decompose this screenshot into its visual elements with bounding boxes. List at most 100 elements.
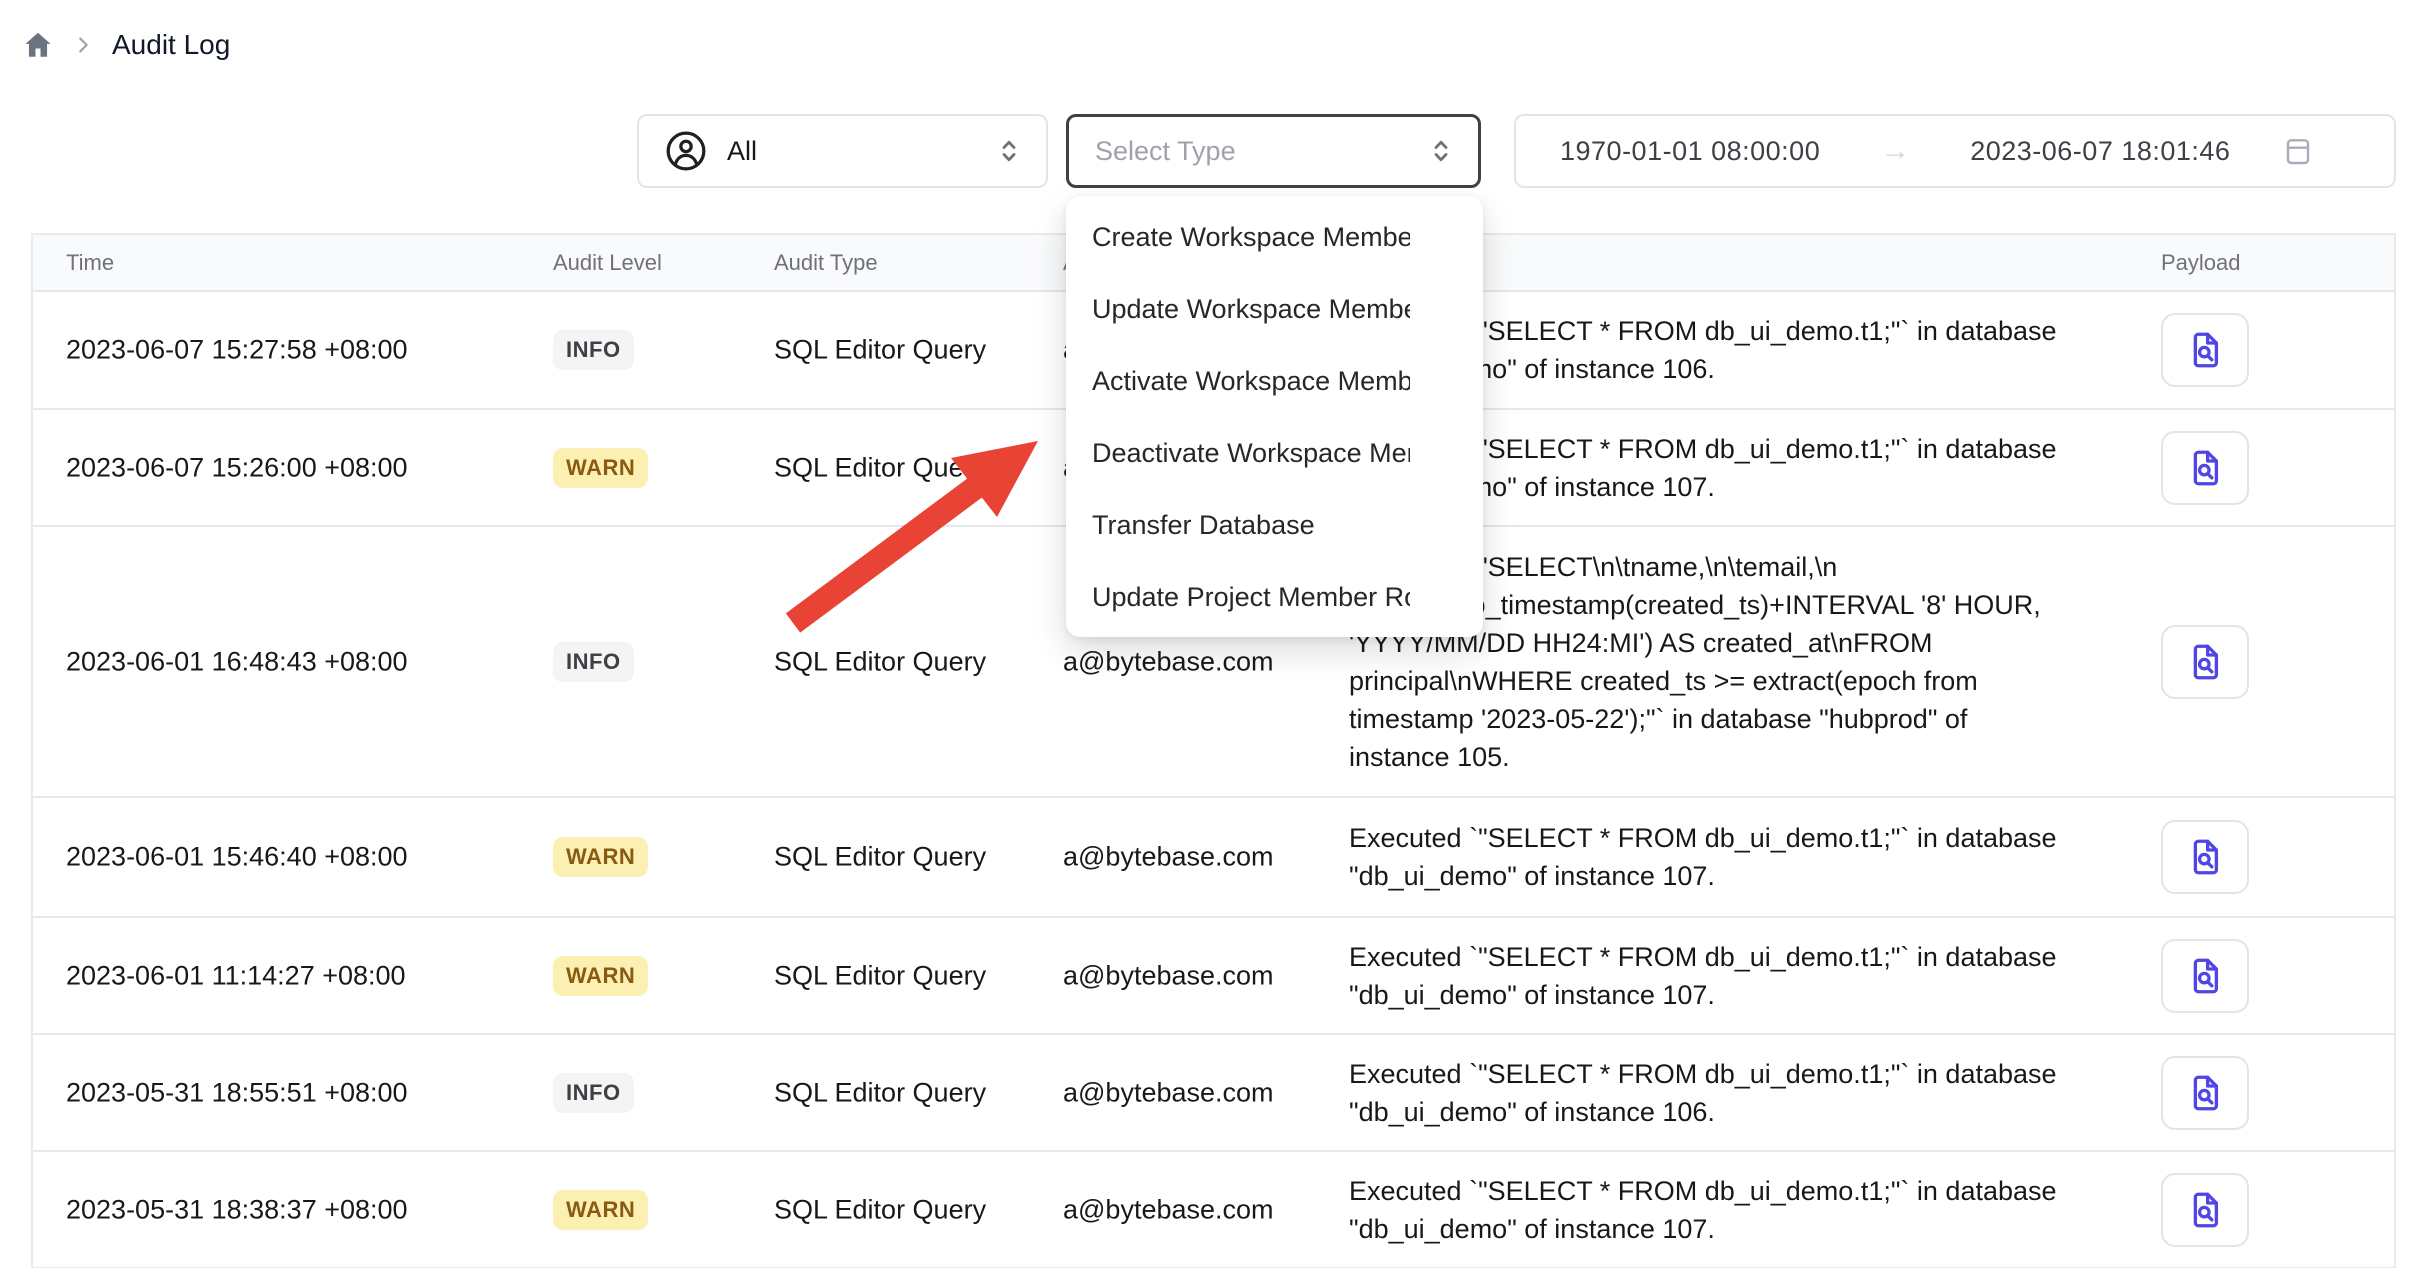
comment-line: timestamp '2023-05-22');"` in database "… xyxy=(1349,700,2041,738)
audit-type-cell: SQL Editor Query xyxy=(774,646,986,677)
date-range-picker[interactable]: 1970-01-01 08:00:00 → 2023-06-07 18:01:4… xyxy=(1514,114,2396,188)
audit-level-badge: INFO xyxy=(553,642,634,682)
actor-cell: a@bytebase.com xyxy=(1063,842,1274,873)
time-cell: 2023-06-07 15:27:58 +08:00 xyxy=(66,335,408,366)
file-search-icon xyxy=(2184,834,2226,880)
chevron-right-icon xyxy=(72,34,94,56)
comment-line: Executed `"SELECT * FROM db_ui_demo.t1;"… xyxy=(1349,1172,2057,1210)
comment-cell: Executed `"SELECT * FROM db_ui_demo.t1;"… xyxy=(1349,938,2057,1014)
page-title[interactable]: Audit Log xyxy=(112,29,230,61)
audit-level-cell: WARN xyxy=(553,956,648,996)
table-row: 2023-05-31 18:55:51 +08:00 INFO SQL Edit… xyxy=(33,1035,2394,1152)
audit-level-cell: WARN xyxy=(553,1190,648,1230)
audit-level-badge: WARN xyxy=(553,1190,648,1230)
col-header-audit-type: Audit Type xyxy=(774,250,878,276)
payload-view-button[interactable] xyxy=(2161,431,2249,505)
time-cell: 2023-05-31 18:55:51 +08:00 xyxy=(66,1077,408,1108)
arrow-right-icon: → xyxy=(1880,134,1910,168)
person-circle-icon xyxy=(663,128,709,174)
payload-view-button[interactable] xyxy=(2161,625,2249,699)
payload-view-button[interactable] xyxy=(2161,1056,2249,1130)
home-icon[interactable] xyxy=(22,29,54,61)
audit-level-badge: WARN xyxy=(553,956,648,996)
comment-line: principal\nWHERE created_ts >= extract(e… xyxy=(1349,662,2041,700)
type-menu-item-label: Update Project Member Role xyxy=(1092,561,1410,633)
comment-line: Executed `"SELECT * FROM db_ui_demo.t1;"… xyxy=(1349,1055,2057,1093)
audit-level-badge: WARN xyxy=(553,837,648,877)
breadcrumb: Audit Log xyxy=(22,22,230,68)
file-search-icon xyxy=(2184,327,2226,373)
table-row: 2023-05-31 18:38:37 +08:00 WARN SQL Edit… xyxy=(33,1152,2394,1268)
payload-view-button[interactable] xyxy=(2161,313,2249,387)
col-header-time: Time xyxy=(66,250,114,276)
comment-line: Executed `"SELECT * FROM db_ui_demo.t1;"… xyxy=(1349,938,2057,976)
type-select-menu: Create Workspace Member Update Workspace… xyxy=(1066,196,1483,637)
type-menu-item[interactable]: Activate Workspace Member xyxy=(1066,345,1483,417)
date-range-start[interactable]: 1970-01-01 08:00:00 xyxy=(1560,136,1820,167)
type-menu-item-label: Deactivate Workspace Member xyxy=(1092,417,1410,489)
comment-line: "db_ui_demo" of instance 107. xyxy=(1349,976,2057,1014)
type-menu-item[interactable]: Transfer Database xyxy=(1066,489,1483,561)
audit-level-badge: WARN xyxy=(553,448,648,488)
type-menu-item[interactable]: Update Workspace Member xyxy=(1066,273,1483,345)
audit-level-cell: WARN xyxy=(553,448,648,488)
chevron-updown-icon xyxy=(994,134,1024,168)
time-cell: 2023-06-07 15:26:00 +08:00 xyxy=(66,452,408,483)
comment-line: Executed `"SELECT * FROM db_ui_demo.t1;"… xyxy=(1349,819,2057,857)
time-cell: 2023-05-31 18:38:37 +08:00 xyxy=(66,1194,408,1225)
col-header-payload: Payload xyxy=(2161,250,2241,276)
audit-type-cell: SQL Editor Query xyxy=(774,1077,986,1108)
comment-line: "db_ui_demo" of instance 106. xyxy=(1349,1093,2057,1131)
comment-line: "db_ui_demo" of instance 107. xyxy=(1349,1210,2057,1248)
type-filter-select[interactable]: Select Type xyxy=(1066,114,1481,188)
file-search-icon xyxy=(2184,639,2226,685)
actor-cell: a@bytebase.com xyxy=(1063,646,1274,677)
chevron-updown-icon xyxy=(1426,134,1456,168)
type-menu-item[interactable]: Deactivate Workspace Member xyxy=(1066,417,1483,489)
actor-cell: a@bytebase.com xyxy=(1063,1194,1274,1225)
audit-level-badge: INFO xyxy=(553,1073,634,1113)
type-filter-placeholder: Select Type xyxy=(1095,136,1236,167)
calendar-icon[interactable] xyxy=(2282,134,2314,168)
type-menu-item-label: Transfer Database xyxy=(1092,489,1315,561)
time-cell: 2023-06-01 15:46:40 +08:00 xyxy=(66,842,408,873)
col-header-audit-level: Audit Level xyxy=(553,250,662,276)
audit-level-cell: INFO xyxy=(553,330,634,370)
type-menu-item[interactable]: Update Project Member Role xyxy=(1066,561,1483,633)
comment-cell: Executed `"SELECT * FROM db_ui_demo.t1;"… xyxy=(1349,1172,2057,1248)
audit-level-cell: INFO xyxy=(553,642,634,682)
file-search-icon xyxy=(2184,1187,2226,1233)
audit-log-page: Audit Log All Select Type 1970-01-01 08: xyxy=(0,0,2410,1268)
actor-cell: a@bytebase.com xyxy=(1063,960,1274,991)
comment-cell: Executed `"SELECT * FROM db_ui_demo.t1;"… xyxy=(1349,1055,2057,1131)
comment-line: instance 105. xyxy=(1349,738,2041,776)
audit-level-cell: WARN xyxy=(553,837,648,877)
actor-filter-value: All xyxy=(727,136,757,167)
file-search-icon xyxy=(2184,1070,2226,1116)
file-search-icon xyxy=(2184,445,2226,491)
actor-cell: a@bytebase.com xyxy=(1063,1077,1274,1108)
audit-level-badge: INFO xyxy=(553,330,634,370)
table-row: 2023-06-01 15:46:40 +08:00 WARN SQL Edit… xyxy=(33,798,2394,918)
audit-type-cell: SQL Editor Query xyxy=(774,1194,986,1225)
type-menu-item-label: Activate Workspace Member xyxy=(1092,345,1410,417)
comment-cell: Executed `"SELECT * FROM db_ui_demo.t1;"… xyxy=(1349,819,2057,895)
time-cell: 2023-06-01 11:14:27 +08:00 xyxy=(66,960,406,991)
audit-type-cell: SQL Editor Query xyxy=(774,842,986,873)
payload-view-button[interactable] xyxy=(2161,939,2249,1013)
comment-line: "db_ui_demo" of instance 107. xyxy=(1349,857,2057,895)
type-menu-item[interactable]: Create Workspace Member xyxy=(1066,201,1483,273)
payload-view-button[interactable] xyxy=(2161,1173,2249,1247)
audit-type-cell: SQL Editor Query xyxy=(774,335,986,366)
file-search-icon xyxy=(2184,953,2226,999)
actor-filter-select[interactable]: All xyxy=(637,114,1048,188)
date-range-end[interactable]: 2023-06-07 18:01:46 xyxy=(1970,136,2230,167)
payload-view-button[interactable] xyxy=(2161,820,2249,894)
audit-type-cell: SQL Editor Query xyxy=(774,452,986,483)
time-cell: 2023-06-01 16:48:43 +08:00 xyxy=(66,646,408,677)
table-row: 2023-06-01 11:14:27 +08:00 WARN SQL Edit… xyxy=(33,918,2394,1035)
audit-level-cell: INFO xyxy=(553,1073,634,1113)
type-menu-item-label: Update Workspace Member xyxy=(1092,273,1410,345)
audit-type-cell: SQL Editor Query xyxy=(774,960,986,991)
type-menu-item-label: Create Workspace Member xyxy=(1092,201,1410,273)
